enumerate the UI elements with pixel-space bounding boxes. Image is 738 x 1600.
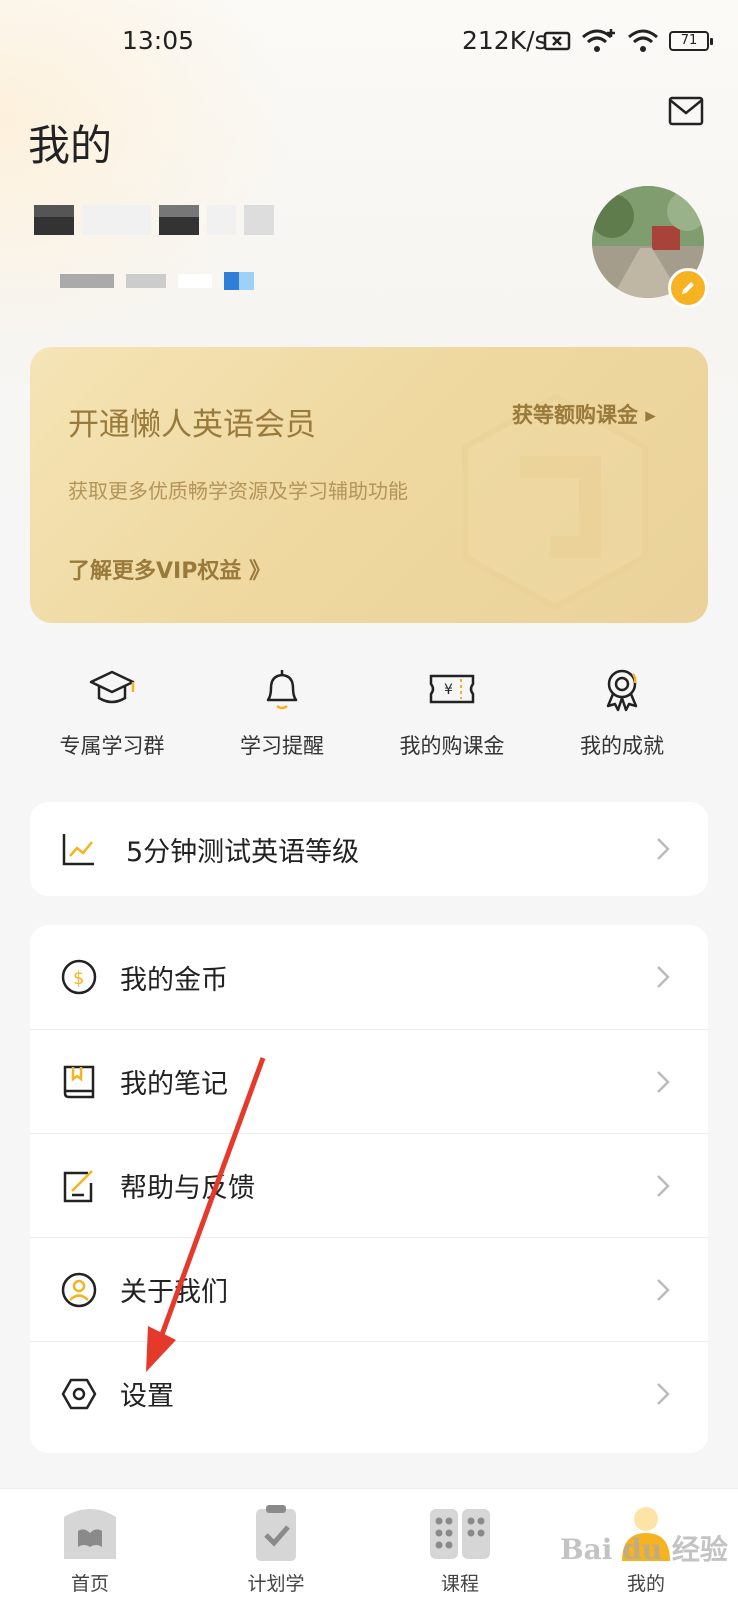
tab-label: 首页	[70, 1573, 109, 1595]
award-icon	[606, 669, 638, 712]
status-icons: 71	[543, 28, 713, 54]
menu-item-about[interactable]: 关于我们	[30, 1237, 708, 1341]
chevron-right-icon	[657, 1382, 670, 1405]
vip-coupon-link[interactable]: 获等额购课金 ▸	[512, 399, 656, 429]
menu-item-coins[interactable]: $ 我的金币	[30, 925, 708, 1029]
vip-subtitle: 获取更多优质畅学资源及学习辅助功能	[68, 479, 408, 503]
notebook-icon	[63, 1065, 95, 1098]
battery-icon: 71	[669, 31, 713, 51]
quick-reminder[interactable]: 学习提醒	[197, 664, 367, 760]
chevron-right-icon	[657, 966, 670, 988]
network-speed: 212K/s	[462, 26, 548, 55]
baidu-watermark: Bai du 经验	[560, 1533, 728, 1566]
tab-label: 课程	[440, 1573, 479, 1595]
test-row[interactable]: 5分钟测试英语等级	[30, 802, 708, 896]
quick-label: 专属学习群	[59, 734, 165, 758]
ticket-icon: ¥	[429, 674, 475, 704]
quick-study-group[interactable]: 专属学习群	[27, 664, 197, 760]
edit-avatar-button[interactable]	[668, 268, 708, 308]
home-icon	[64, 1509, 116, 1559]
grid-icon	[430, 1509, 490, 1559]
chevron-right-icon	[657, 1070, 670, 1093]
svg-text:$: $	[73, 968, 84, 989]
svg-text:¥: ¥	[444, 682, 453, 698]
bell-icon	[266, 670, 298, 710]
sim-off-icon	[543, 31, 571, 51]
quick-coupon[interactable]: ¥ 我的购课金	[367, 664, 537, 760]
quick-label: 我的购课金	[399, 734, 505, 758]
vip-card[interactable]: 开通懒人英语会员 获等额购课金 ▸ 获取更多优质畅学资源及学习辅助功能 了解更多…	[30, 347, 708, 623]
user-name-blurred	[34, 205, 275, 235]
quick-actions: 专属学习群 学习提醒 ¥ 我的购课金 我的成就	[0, 664, 738, 764]
status-bar: 13:05 212K/s 71	[0, 0, 738, 86]
menu-label: 帮助与反馈	[120, 1173, 255, 1204]
tab-courses[interactable]: 课程	[400, 1489, 520, 1600]
settings-icon	[61, 1378, 97, 1409]
chevron-right-icon	[657, 1174, 670, 1197]
vip-benefits-link[interactable]: 了解更多VIP权益 》	[68, 553, 271, 585]
tab-label: 我的	[626, 1573, 665, 1595]
tab-plan[interactable]: 计划学	[216, 1489, 336, 1600]
menu-item-settings[interactable]: 设置	[30, 1341, 708, 1445]
quick-label: 学习提醒	[240, 734, 324, 758]
wifi-icon	[628, 29, 658, 52]
mail-icon[interactable]	[668, 96, 704, 126]
vip-title: 开通懒人英语会员	[68, 407, 316, 443]
quick-achievement[interactable]: 我的成就	[537, 664, 707, 760]
pencil-icon	[682, 282, 694, 294]
feedback-icon	[63, 1169, 93, 1202]
chevron-right-icon	[657, 1278, 670, 1301]
user-subtitle-blurred	[60, 270, 280, 292]
menu-label: 我的笔记	[120, 1069, 228, 1100]
chevron-right-icon	[657, 838, 670, 860]
page-title: 我的	[28, 121, 113, 170]
clipboard-check-icon	[256, 1505, 296, 1561]
wifi-plus-icon	[582, 29, 615, 52]
user-circle-icon	[61, 1272, 97, 1307]
tab-label: 计划学	[247, 1573, 305, 1595]
menu-item-feedback[interactable]: 帮助与反馈	[30, 1133, 708, 1237]
tab-home[interactable]: 首页	[30, 1489, 150, 1600]
chart-icon	[62, 834, 94, 866]
menu-label: 我的金币	[120, 964, 228, 996]
status-time: 13:05	[122, 26, 195, 55]
test-label: 5分钟测试英语等级	[126, 836, 360, 868]
coin-icon: $	[61, 959, 97, 995]
menu-item-notes[interactable]: 我的笔记	[30, 1029, 708, 1133]
menu-label: 关于我们	[120, 1277, 228, 1308]
graduation-cap-icon	[89, 670, 135, 704]
menu-list: $ 我的金币 我的笔记 帮助与反馈 关于我们 设置	[30, 925, 708, 1453]
english-level-test-card[interactable]: 5分钟测试英语等级	[30, 802, 708, 896]
quick-label: 我的成就	[580, 734, 664, 758]
menu-label: 设置	[120, 1381, 174, 1412]
